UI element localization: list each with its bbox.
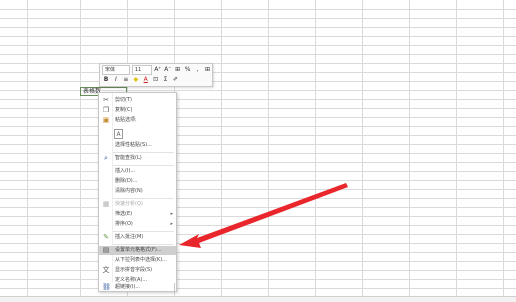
annotation-arrow	[179, 183, 348, 248]
arrow-shape	[179, 183, 348, 248]
